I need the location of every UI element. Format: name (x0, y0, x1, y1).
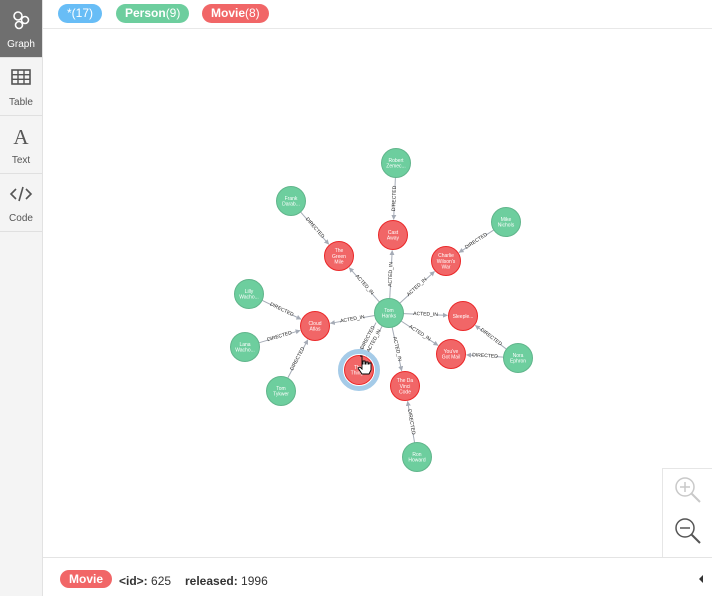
property-released: released: 1996 (185, 574, 268, 588)
sidebar-item-graph[interactable]: Graph (0, 0, 42, 58)
node-caption: Wacho... (235, 348, 255, 354)
sidebar-item-label: Code (9, 213, 33, 224)
node-movie-cloudatlas[interactable]: CloudAtlas (300, 311, 330, 341)
node-movie-greenmile[interactable]: TheGreenMile (324, 241, 354, 271)
zoom-out-icon[interactable] (673, 516, 703, 546)
legend-movie-pill[interactable]: Movie(8) (202, 4, 269, 23)
relationship-label: ACTED_IN (354, 274, 375, 297)
text-icon: A (13, 125, 29, 148)
legend-movie-count: (8) (245, 6, 260, 20)
node-caption: War (442, 264, 451, 270)
legend-person-pill[interactable]: Person(9) (116, 4, 190, 23)
node-person-howard[interactable]: RonHoward (402, 442, 432, 472)
relationship-label: DIRECTED (266, 330, 293, 343)
node-caption: Tykwer (273, 392, 289, 398)
node-movie-youvegot[interactable]: You'veGot Mail (436, 339, 466, 369)
node-person-lana[interactable]: LanaWacho... (230, 332, 260, 362)
relationship-label: DIRECTED (269, 302, 295, 319)
code-icon (9, 186, 33, 202)
node-caption: Nichols (498, 223, 515, 229)
node-caption: Wacho... (239, 295, 259, 301)
zoom-in-icon[interactable] (673, 475, 703, 505)
graph-svg[interactable]: ACTED_IN ACTED_IN ACTED_IN ACTED_IN ACTED_IN… (43, 29, 712, 557)
property-id-value: 625 (151, 574, 172, 588)
node-caption: Howard (408, 458, 425, 464)
relationship-label: ACTED_IN (391, 336, 402, 362)
graph-icon (13, 11, 30, 30)
node-person-darabont[interactable]: FrankDarab... (276, 186, 306, 216)
node-movie-charlie[interactable]: CharlieWilson'sWar (431, 246, 461, 276)
node-movie-castaway[interactable]: CastAway (378, 220, 408, 250)
relationship-label: ACTED_IN (406, 277, 429, 298)
relationship-label: DIRECTED (289, 346, 306, 372)
relationship-label: ACTED_IN (408, 324, 432, 343)
node-person-nichols[interactable]: MikeNichols (491, 207, 521, 237)
node-person-lilly[interactable]: LillyWacho... (234, 279, 264, 309)
node-person-zemeckis[interactable]: RobertZemec... (381, 148, 411, 178)
property-released-value: 1996 (241, 574, 268, 588)
relationship-label: ACTED_IN (340, 314, 366, 324)
legend-all-count: (17) (71, 6, 94, 20)
relationship-label: DIRECTED (472, 352, 498, 360)
sidebar-item-text[interactable]: A Text (0, 116, 42, 174)
sidebar-item-label: Text (11, 155, 31, 166)
sidebar-item-table[interactable]: Table (0, 58, 42, 116)
node-caption: Sleeple... (453, 314, 474, 320)
relationship-label: DIRECTED (464, 232, 489, 251)
node-person-tykwer[interactable]: TomTykwer (266, 376, 296, 406)
node-caption: Away (387, 236, 400, 242)
caret-left-icon[interactable] (697, 574, 705, 584)
node-caption: Darab... (282, 202, 300, 208)
sidebar-item-code[interactable]: Code (0, 174, 42, 232)
node-movie-davinci[interactable]: The DaVinciCode (390, 371, 420, 401)
relationship-label: DIRECTED (479, 327, 503, 348)
node-caption: Zemec... (386, 164, 405, 170)
legend-bar: *(17) Person(9) Movie(8) (43, 0, 712, 29)
node-caption: Atlas (309, 327, 321, 333)
sidebar-item-label: Graph (7, 39, 35, 50)
svg-text:A: A (13, 125, 29, 148)
relationship-label: ACTED_IN (387, 262, 394, 287)
legend-movie-name: Movie (211, 6, 246, 20)
graph-canvas[interactable]: ACTED_IN ACTED_IN ACTED_IN ACTED_IN ACTED_IN… (43, 29, 712, 557)
node-caption: Hanks (382, 314, 397, 320)
legend-person-name: Person (125, 6, 166, 20)
node-caption: Ephron (510, 359, 526, 365)
legend-all-pill[interactable]: *(17) (58, 4, 103, 23)
node-caption: Got Mail (442, 355, 461, 361)
property-id-key: <id>: (119, 574, 148, 588)
zoom-controls (662, 468, 712, 558)
relationship-label: ACTED_IN (413, 311, 438, 318)
legend-person-count: (9) (165, 6, 181, 20)
node-person-ephron[interactable]: NoraEphron (503, 343, 533, 373)
property-released-key: released: (185, 574, 238, 588)
relationship-label: DIRECTED (304, 217, 326, 240)
node-movie-sleepless[interactable]: Sleeple... (448, 301, 478, 331)
sidebar: Graph Table A Text Code (0, 0, 43, 596)
sidebar-item-label: Table (9, 97, 33, 108)
property-id: <id>: 625 (119, 574, 171, 588)
table-icon (11, 69, 31, 85)
node-caption: Mile (334, 259, 343, 265)
relationship-label: DIRECTED (406, 409, 416, 436)
selected-label-badge[interactable]: Movie (60, 570, 113, 588)
inspector-footer: Movie <id>: 625 released: 1996 (43, 557, 712, 597)
node-person-hanks[interactable]: TomHanks (374, 298, 404, 328)
relationship-label: DIRECTED (391, 185, 398, 211)
node-caption: Code (399, 389, 411, 395)
